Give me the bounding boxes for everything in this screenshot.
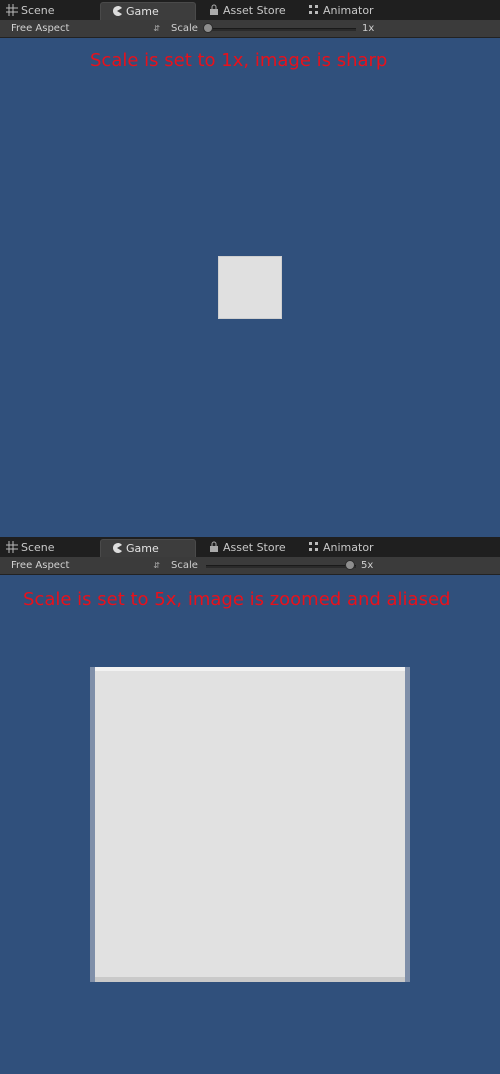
scale-slider-thumb[interactable] <box>345 560 355 570</box>
tab-asset-store-label: Asset Store <box>223 4 286 17</box>
lock-icon <box>210 4 218 15</box>
tab-asset-store[interactable]: Asset Store <box>208 539 303 557</box>
aliased-edge-left <box>90 667 95 982</box>
tab-asset-store[interactable]: Asset Store <box>208 2 303 20</box>
aspect-value: Free Aspect <box>11 560 70 571</box>
pacman-icon <box>113 543 122 553</box>
game-toolbar: Free Aspect ⇵ Scale 1x <box>0 20 500 38</box>
game-toolbar: Free Aspect ⇵ Scale 5x <box>0 557 500 575</box>
tab-scene[interactable]: Scene <box>6 2 86 20</box>
aspect-dropdown[interactable]: Free Aspect ⇵ <box>4 21 164 36</box>
scale-slider[interactable] <box>206 28 356 31</box>
game-view-scale-1x: Scene Game Asset Store Animator Free Asp… <box>0 0 500 537</box>
tab-game-label: Game <box>126 542 159 555</box>
dropdown-arrow-icon: ⇵ <box>153 561 160 570</box>
caption-text: Scale is set to 1x, image is sharp <box>90 50 388 71</box>
sprite-square-zoomed <box>90 667 410 982</box>
animator-icon <box>309 542 318 551</box>
game-view-scale-5x: Scene Game Asset Store Animator Free Asp… <box>0 537 500 1074</box>
dropdown-arrow-icon: ⇵ <box>153 24 160 33</box>
scale-label: Scale <box>171 23 198 34</box>
tab-game-label: Game <box>126 5 159 18</box>
aliased-edge-right <box>405 667 410 982</box>
tab-asset-store-label: Asset Store <box>223 541 286 554</box>
tab-animator[interactable]: Animator <box>308 539 398 557</box>
tab-animator[interactable]: Animator <box>308 2 398 20</box>
tab-scene-label: Scene <box>21 541 55 554</box>
tab-scene-label: Scene <box>21 4 55 17</box>
tab-game[interactable]: Game <box>100 2 196 20</box>
sprite-square <box>218 256 282 319</box>
aliased-edge-top <box>95 667 405 671</box>
aspect-value: Free Aspect <box>11 23 70 34</box>
scale-slider[interactable] <box>206 565 356 568</box>
caption-text: Scale is set to 5x, image is zoomed and … <box>23 589 451 610</box>
scale-value: 5x <box>361 560 374 571</box>
pacman-icon <box>113 6 122 16</box>
grid-icon <box>6 4 18 16</box>
tab-animator-label: Animator <box>323 541 374 554</box>
tab-game[interactable]: Game <box>100 539 196 557</box>
aspect-dropdown[interactable]: Free Aspect ⇵ <box>4 558 164 573</box>
tab-bar: Scene Game Asset Store Animator <box>0 537 500 558</box>
grid-icon <box>6 541 18 553</box>
scale-value: 1x <box>362 23 375 34</box>
tab-bar: Scene Game Asset Store Animator <box>0 0 500 21</box>
tab-scene[interactable]: Scene <box>6 539 86 557</box>
animator-icon <box>309 5 318 14</box>
lock-icon <box>210 541 218 552</box>
aliased-edge-bottom <box>95 977 405 982</box>
scale-slider-thumb[interactable] <box>203 23 213 33</box>
tab-animator-label: Animator <box>323 4 374 17</box>
scale-label: Scale <box>171 560 198 571</box>
